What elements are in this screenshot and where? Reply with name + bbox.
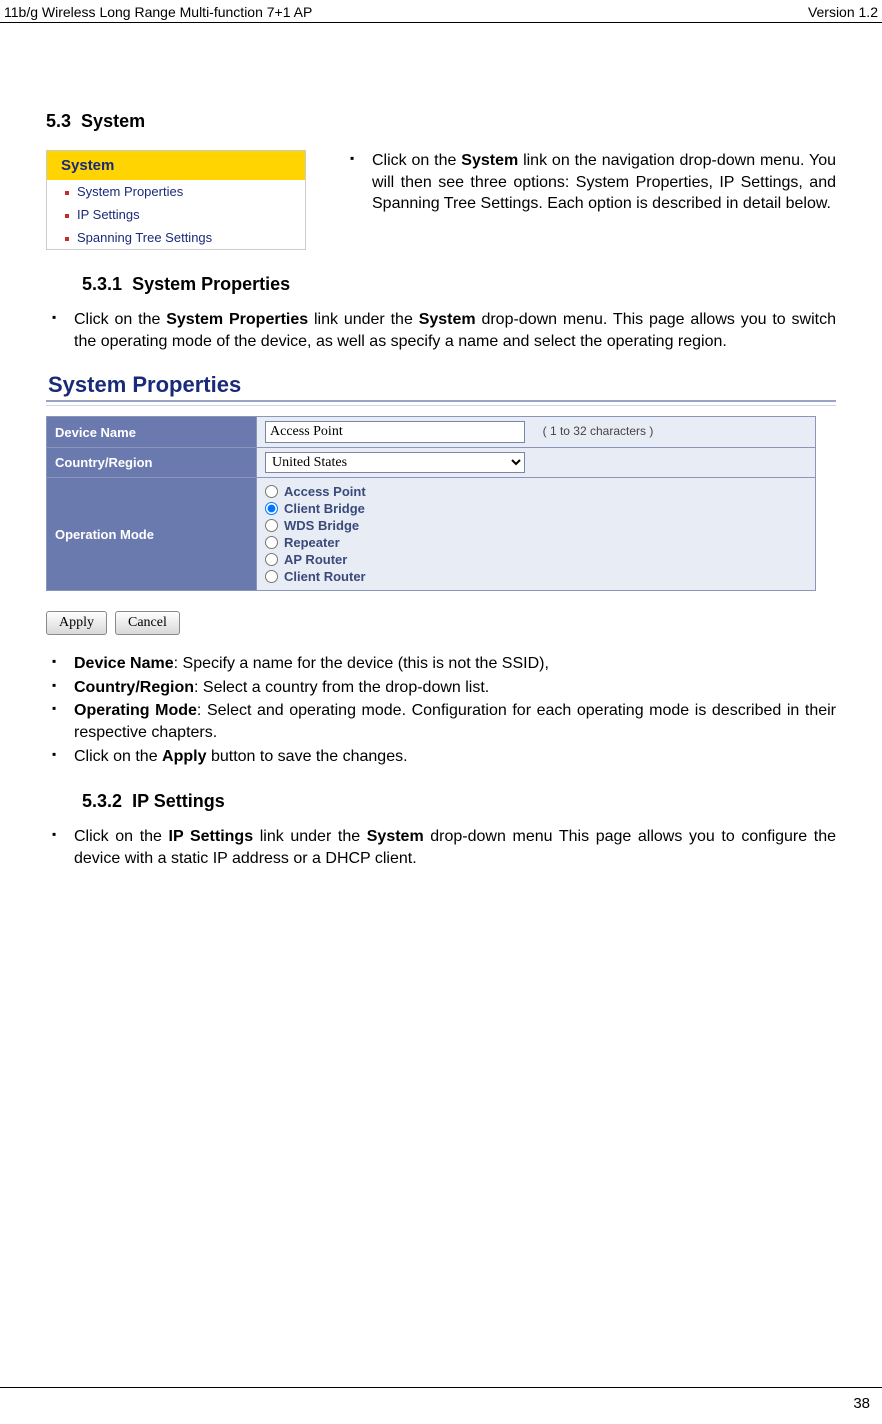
opmode-label: Operation Mode <box>47 478 257 591</box>
table-row: Device Name ( 1 to 32 characters ) <box>47 417 816 448</box>
mode-repeater[interactable]: Repeater <box>265 535 807 550</box>
desc-post: button to save the changes. <box>207 748 408 765</box>
system-nav-title[interactable]: System <box>47 151 305 180</box>
subsection-heading-2: 5.3.2 IP Settings <box>82 791 836 812</box>
t: Click on the <box>74 828 169 845</box>
mode-label: AP Router <box>284 552 347 567</box>
subsection-title: IP Settings <box>132 791 225 811</box>
country-cell: United States <box>257 448 816 478</box>
bullet-device-name: Device Name: Specify a name for the devi… <box>46 653 836 675</box>
system-nav-menu: System System Properties IP Settings Spa… <box>46 150 306 250</box>
desc: : Specify a name for the device (this is… <box>174 655 549 672</box>
desc: : Select a country from the drop-down li… <box>194 679 489 696</box>
mode-label: WDS Bridge <box>284 518 359 533</box>
header-right: Version 1.2 <box>808 4 878 20</box>
mode-label: Access Point <box>284 484 366 499</box>
bullet-icon <box>65 214 69 218</box>
term: Device Name <box>74 655 174 672</box>
section-title: System <box>81 111 145 131</box>
subsection-title: System Properties <box>132 274 290 294</box>
country-label: Country/Region <box>47 448 257 478</box>
radio-icon[interactable] <box>265 536 278 549</box>
sub2-text: Click on the IP Settings link under the … <box>74 828 836 867</box>
mode-access-point[interactable]: Access Point <box>265 484 807 499</box>
intro-text: Click on the System link on the navigati… <box>372 152 836 212</box>
intro-paragraph-wrap: Click on the System link on the navigati… <box>344 150 836 250</box>
mode-wds-bridge[interactable]: WDS Bridge <box>265 518 807 533</box>
radio-icon[interactable] <box>265 485 278 498</box>
term: Country/Region <box>74 679 194 696</box>
mode-label: Repeater <box>284 535 340 550</box>
t: System <box>367 828 424 845</box>
bullet-country: Country/Region: Select a country from th… <box>46 677 836 699</box>
table-row: Operation Mode Access Point Client Bridg… <box>47 478 816 591</box>
device-name-input[interactable] <box>265 421 525 443</box>
term: Apply <box>162 748 206 765</box>
after-bullets: Device Name: Specify a name for the devi… <box>46 653 836 767</box>
term: Operating Mode <box>74 702 197 719</box>
sub2-bullet: Click on the IP Settings link under the … <box>46 826 836 869</box>
nav-item-label: System Properties <box>77 184 183 199</box>
country-select[interactable]: United States <box>265 452 525 473</box>
subsection-number: 5.3.1 <box>82 274 122 294</box>
system-nav-item-spanning[interactable]: Spanning Tree Settings <box>47 226 305 249</box>
opmode-cell: Access Point Client Bridge WDS Bridge Re… <box>257 478 816 591</box>
radio-icon[interactable] <box>265 570 278 583</box>
header-left: 11b/g Wireless Long Range Multi-function… <box>4 4 312 20</box>
bullet-opmode: Operating Mode: Select and operating mod… <box>46 700 836 743</box>
bullet-apply: Click on the Apply button to save the ch… <box>46 746 836 768</box>
table-row: Country/Region United States <box>47 448 816 478</box>
system-properties-panel: System Properties Device Name ( 1 to 32 … <box>46 366 836 635</box>
mode-label: Client Bridge <box>284 501 365 516</box>
desc-pre: Click on the <box>74 748 162 765</box>
intro-bullet: Click on the System link on the navigati… <box>344 150 836 215</box>
char-note: ( 1 to 32 characters ) <box>543 424 654 438</box>
sub1-text: Click on the System Properties link unde… <box>74 311 836 350</box>
button-row: Apply Cancel <box>46 611 836 635</box>
bullet-icon <box>65 237 69 241</box>
section-number: 5.3 <box>46 111 71 131</box>
page-header: 11b/g Wireless Long Range Multi-function… <box>0 0 882 23</box>
radio-icon[interactable] <box>265 553 278 566</box>
nav-item-label: Spanning Tree Settings <box>77 230 212 245</box>
device-name-label: Device Name <box>47 417 257 448</box>
apply-button[interactable]: Apply <box>46 611 107 635</box>
panel-title: System Properties <box>46 366 836 400</box>
mode-label: Client Router <box>284 569 366 584</box>
bullet-icon <box>65 191 69 195</box>
t: link under the <box>253 828 367 845</box>
system-nav-item-ipsettings[interactable]: IP Settings <box>47 203 305 226</box>
mode-client-router[interactable]: Client Router <box>265 569 807 584</box>
subsection-heading-1: 5.3.1 System Properties <box>82 274 836 295</box>
mode-ap-router[interactable]: AP Router <box>265 552 807 567</box>
device-name-cell: ( 1 to 32 characters ) <box>257 417 816 448</box>
radio-icon[interactable] <box>265 519 278 532</box>
system-nav-item-properties[interactable]: System Properties <box>47 180 305 203</box>
nav-item-label: IP Settings <box>77 207 140 222</box>
subsection-number: 5.3.2 <box>82 791 122 811</box>
cancel-button[interactable]: Cancel <box>115 611 180 635</box>
footer-divider <box>0 1387 882 1388</box>
properties-table: Device Name ( 1 to 32 characters ) Count… <box>46 416 816 591</box>
radio-icon[interactable] <box>265 502 278 515</box>
page-number: 38 <box>853 1395 870 1412</box>
panel-divider <box>46 400 836 406</box>
mode-client-bridge[interactable]: Client Bridge <box>265 501 807 516</box>
intro-row: System System Properties IP Settings Spa… <box>46 150 836 250</box>
page-content: 5.3 System System System Properties IP S… <box>0 23 882 869</box>
sub1-bullet: Click on the System Properties link unde… <box>46 309 836 352</box>
t: IP Settings <box>169 828 254 845</box>
section-heading: 5.3 System <box>46 111 836 132</box>
